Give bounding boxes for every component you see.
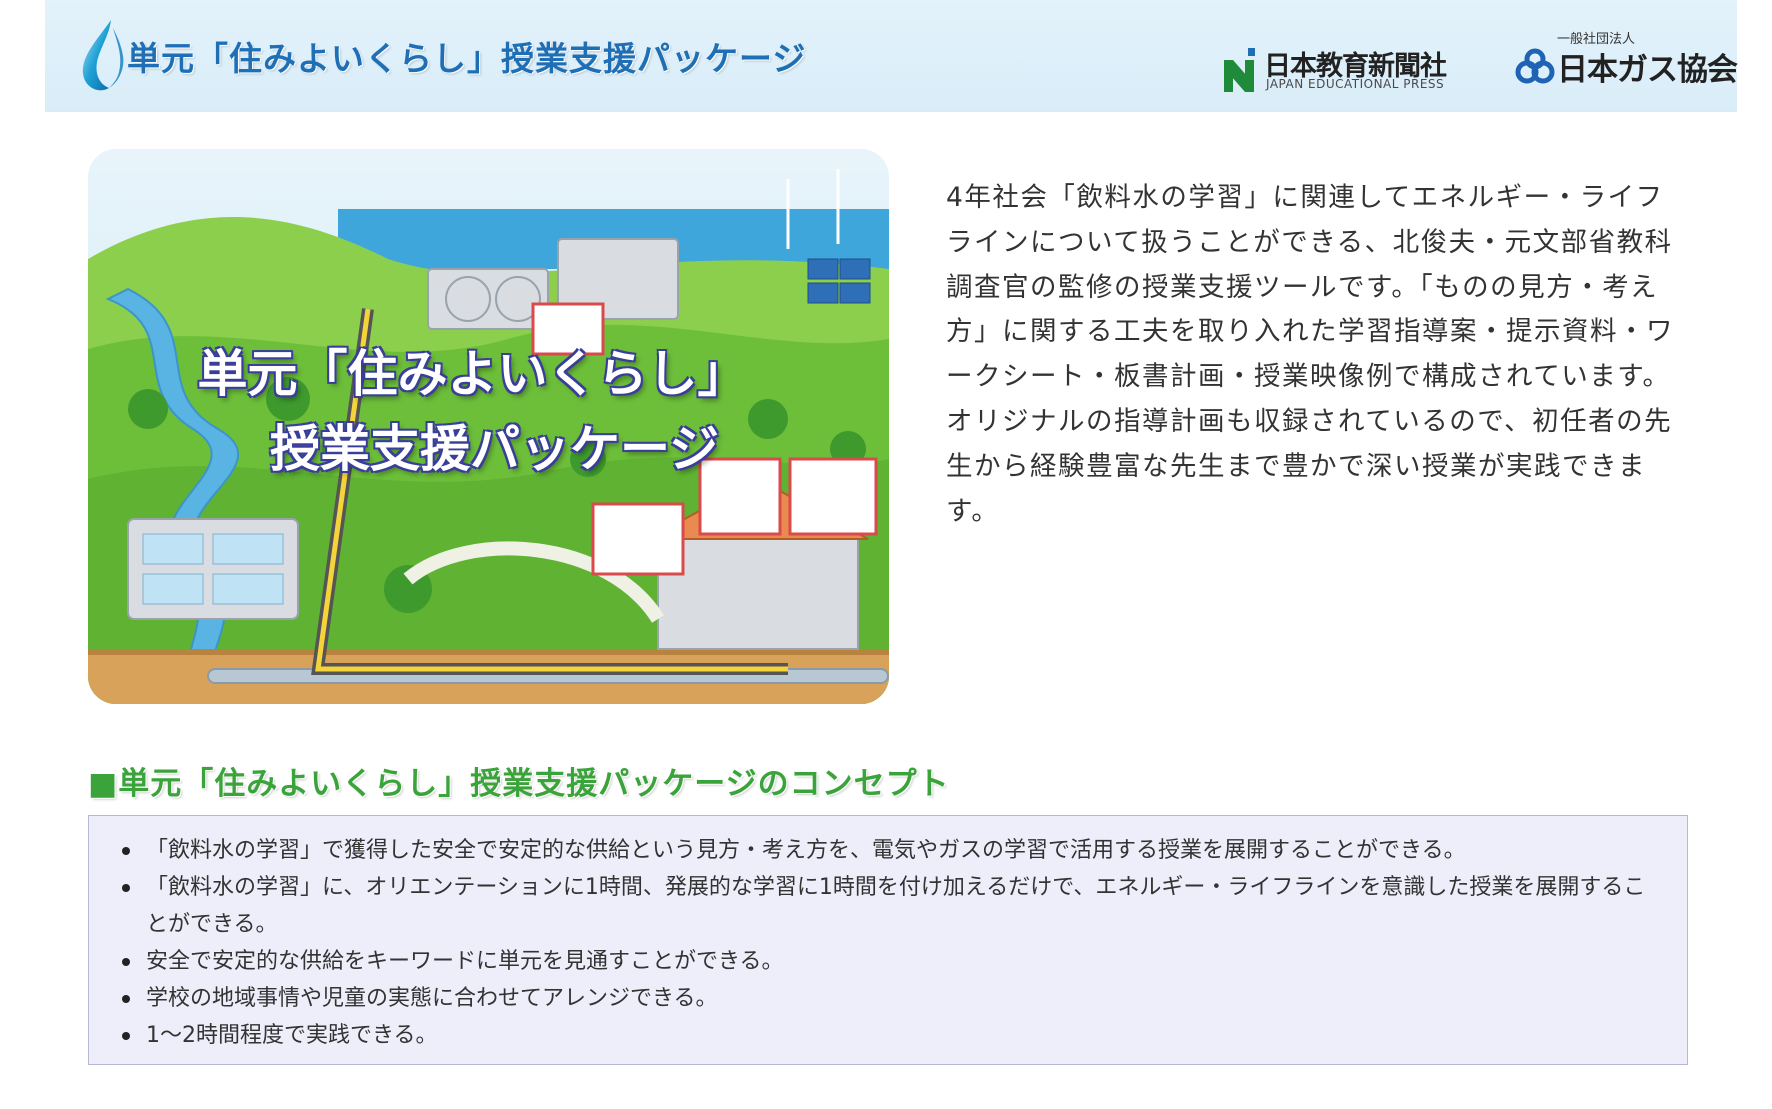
association-name: 日本ガス協会	[1557, 52, 1738, 88]
concept-heading: ■単元「住みよいくらし」授業支援パッケージのコンセプト	[88, 766, 950, 802]
page-header: 単元「住みよいくらし」授業支援パッケージ 日本教育新聞社 JAPAN EDUCA…	[45, 0, 1738, 112]
concept-item: 「飲料水の学習」に、オリエンテーションに1時間、発展的な学習に1時間を付け加える…	[122, 869, 1647, 943]
hero-caption-line1: 単元「住みよいくらし」	[197, 345, 748, 403]
concept-item: 安全で安定的な供給をキーワードに単元を見通すことができる。	[122, 943, 1647, 980]
intro-paragraph: 4年社会「飲料水の学習」に関連してエネルギー・ライフラインについて扱うことができ…	[946, 182, 1674, 527]
publisher-english-name: JAPAN EDUCATIONAL PRESS	[1266, 77, 1445, 91]
hero-caption-line2: 授業支援パッケージ	[270, 420, 719, 478]
hero-illustration[interactable]: 単元「住みよいくらし」 授業支援パッケージ	[88, 149, 889, 704]
concept-list: 「飲料水の学習」で獲得した安全で安定的な供給という見方・考え方を、電気やガスの学…	[89, 816, 1687, 1054]
gas-association-mark-icon	[1515, 48, 1555, 84]
association-logo[interactable]: 一般社団法人 日本ガス協会	[1515, 26, 1755, 96]
publisher-logo[interactable]: 日本教育新聞社 JAPAN EDUCATIONAL PRESS	[1222, 44, 1492, 94]
page-title: 単元「住みよいくらし」授業支援パッケージ	[127, 39, 807, 78]
concept-item: 学校の地域事情や児童の実態に合わせてアレンジできる。	[122, 980, 1647, 1017]
concept-box: 「飲料水の学習」で獲得した安全で安定的な供給という見方・考え方を、電気やガスの学…	[88, 815, 1688, 1065]
concept-item: 「飲料水の学習」で獲得した安全で安定的な供給という見方・考え方を、電気やガスの学…	[122, 832, 1647, 869]
water-drop-icon	[82, 20, 124, 91]
jep-n-mark-icon	[1224, 48, 1255, 92]
concept-item: 1〜2時間程度で実践できる。	[122, 1017, 1647, 1054]
